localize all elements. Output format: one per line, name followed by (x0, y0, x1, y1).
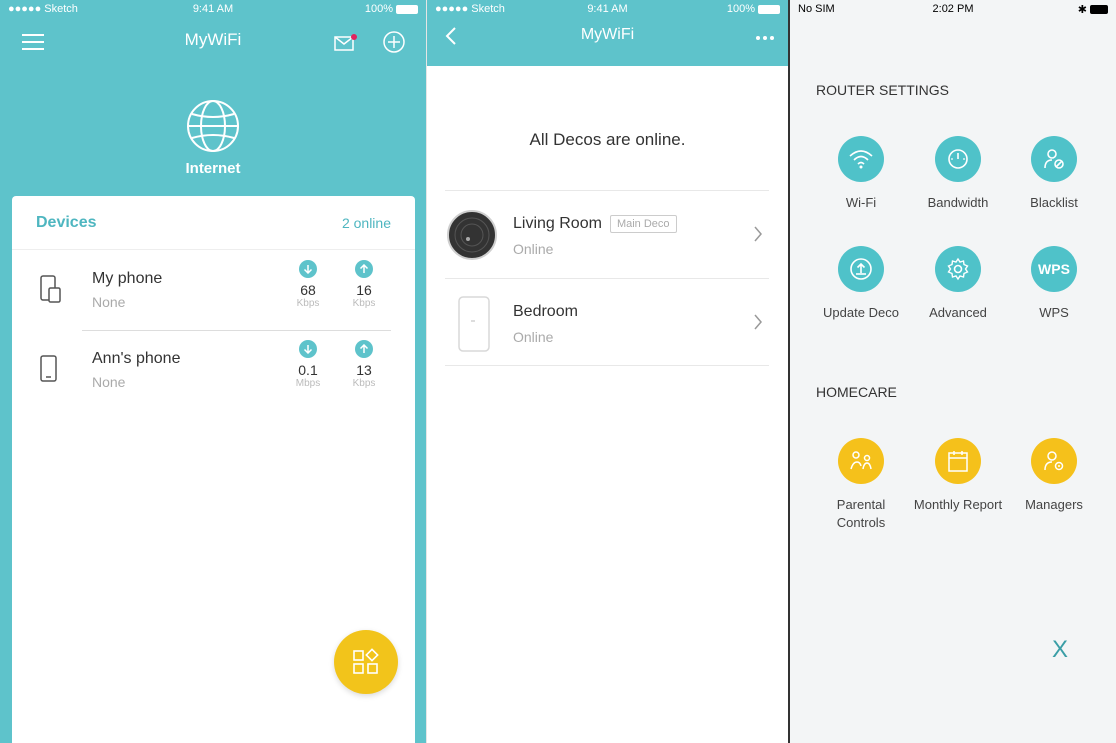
wps-tile[interactable]: WPS WPS (1006, 246, 1102, 322)
grid-icon (353, 648, 379, 674)
carrier: ●●●●● Sketch (435, 3, 505, 15)
device-name: My phone (92, 270, 163, 287)
deco-device-icon (458, 296, 490, 352)
devices-title: Devices (36, 213, 97, 231)
bandwidth-tile[interactable]: Bandwidth (910, 136, 1006, 212)
battery-icon (758, 4, 780, 14)
update-deco-tile[interactable]: Update Deco (813, 246, 909, 322)
gear-icon (935, 246, 981, 292)
gauge-icon (935, 136, 981, 182)
globe-icon (187, 100, 239, 152)
status-time: 2:02 PM (932, 3, 974, 15)
monthly-report-tile[interactable]: Monthly Report (910, 438, 1006, 514)
tile-label: Advanced (929, 305, 987, 320)
download-unit: Kbps (296, 298, 320, 309)
decos-screen: ●●●●● Sketch 9:41 AM 100% MyWiFi All Dec… (426, 0, 788, 743)
battery-icon (396, 4, 418, 14)
deco-device-icon (447, 210, 497, 260)
tile-label: Monthly Report (913, 497, 1003, 512)
tile-label: Blacklist (1030, 195, 1078, 210)
parental-controls-tile[interactable]: Parental Controls (813, 438, 909, 532)
battery-icon (1090, 5, 1108, 15)
device-name: Ann's phone (92, 350, 181, 367)
device-row[interactable]: Ann's phone None 0.1 Mbps 13 Kbps (12, 330, 415, 410)
deco-name: Bedroom (513, 303, 578, 320)
deco-row[interactable]: Living Room Main Deco Online (445, 190, 769, 278)
battery-percent: 100% (364, 3, 393, 15)
deco-row[interactable]: Bedroom Online (445, 278, 769, 366)
tile-label: Parental Controls (836, 497, 886, 530)
deco-status: Online (513, 329, 554, 345)
mail-icon[interactable] (334, 34, 358, 52)
device-subtitle: None (92, 374, 126, 390)
download-rate: 0.1 Mbps (288, 340, 328, 389)
parental-icon (838, 438, 884, 484)
advanced-tile[interactable]: Advanced (910, 246, 1006, 322)
router-settings-title: ROUTER SETTINGS (816, 82, 950, 98)
internet-label: Internet (185, 160, 241, 177)
online-message: All Decos are online. (529, 130, 686, 149)
chevron-right-icon (754, 314, 762, 330)
download-value: 68 (300, 282, 316, 298)
upload-rate: 13 Kbps (344, 340, 384, 389)
tile-label: WPS (1039, 305, 1069, 320)
close-button[interactable]: X (1052, 636, 1068, 664)
deco-name: Living Room Main Deco (513, 215, 677, 233)
internet-node[interactable]: Internet (0, 98, 426, 177)
tile-label: Bandwidth (927, 195, 989, 210)
status-bar: ●●●●● Sketch 9:41 AM 100% (427, 0, 788, 18)
devices-header: Devices 2 online (12, 196, 415, 250)
more-icon[interactable] (756, 36, 774, 40)
upload-arrow-icon (355, 260, 373, 278)
wifi-icon (838, 136, 884, 182)
status-bar: ●●●●● Sketch 9:41 AM 100% (0, 0, 426, 18)
download-rate: 68 Kbps (288, 260, 328, 309)
upload-unit: Kbps (352, 378, 376, 389)
main-deco-tag: Main Deco (609, 215, 677, 233)
phone-tablet-icon (40, 275, 61, 303)
upload-value: 16 (356, 282, 372, 298)
upload-value: 13 (356, 362, 372, 378)
nav-bar: ●●●●● Sketch 9:41 AM 100% MyWiFi (427, 0, 788, 66)
download-unit: Mbps (295, 378, 321, 389)
user-gear-icon (1031, 438, 1077, 484)
add-icon[interactable] (382, 30, 406, 54)
chevron-right-icon (754, 226, 762, 242)
download-arrow-icon (299, 340, 317, 358)
wifi-tile[interactable]: Wi-Fi (813, 136, 909, 212)
calendar-icon (935, 438, 981, 484)
nav-title: MyWiFi (184, 30, 242, 49)
download-value: 0.1 (298, 362, 318, 378)
upload-arrow-icon (355, 340, 373, 358)
device-row[interactable]: My phone None 68 Kbps 16 Kbps (12, 250, 415, 330)
more-apps-button[interactable] (334, 630, 398, 694)
status-bar: No SIM 2:02 PM ✱ (790, 0, 1116, 18)
deco-status: Online (513, 241, 554, 257)
devices-screen: ●●●●● Sketch 9:41 AM 100% MyWiFi Interne… (0, 0, 426, 743)
upload-rate: 16 Kbps (344, 260, 384, 309)
nav-bar: MyWiFi (0, 18, 426, 66)
upload-unit: Kbps (352, 298, 376, 309)
battery-percent: 100% (726, 3, 755, 15)
carrier: No SIM (798, 3, 835, 15)
tile-label: Update Deco (823, 305, 899, 320)
download-arrow-icon (299, 260, 317, 278)
devices-online-count[interactable]: 2 online (342, 215, 391, 231)
blacklist-tile[interactable]: Blacklist (1006, 136, 1102, 212)
more-menu-screen: No SIM 2:02 PM ✱ ROUTER SETTINGS Wi-Fi B… (788, 0, 1116, 743)
wps-icon: WPS (1031, 246, 1077, 292)
upload-icon (838, 246, 884, 292)
blocked-user-icon (1031, 136, 1077, 182)
homecare-title: HOMECARE (816, 384, 897, 400)
bluetooth-icon: ✱ (1077, 3, 1087, 16)
phone-icon (40, 355, 57, 382)
carrier: ●●●●● Sketch (8, 3, 78, 15)
nav-title: MyWiFi (580, 26, 635, 43)
tile-label: Managers (1025, 497, 1083, 512)
device-subtitle: None (92, 294, 126, 310)
tile-label: Wi-Fi (845, 195, 877, 210)
deco-name-text: Living Room (513, 215, 602, 233)
managers-tile[interactable]: Managers (1006, 438, 1102, 514)
